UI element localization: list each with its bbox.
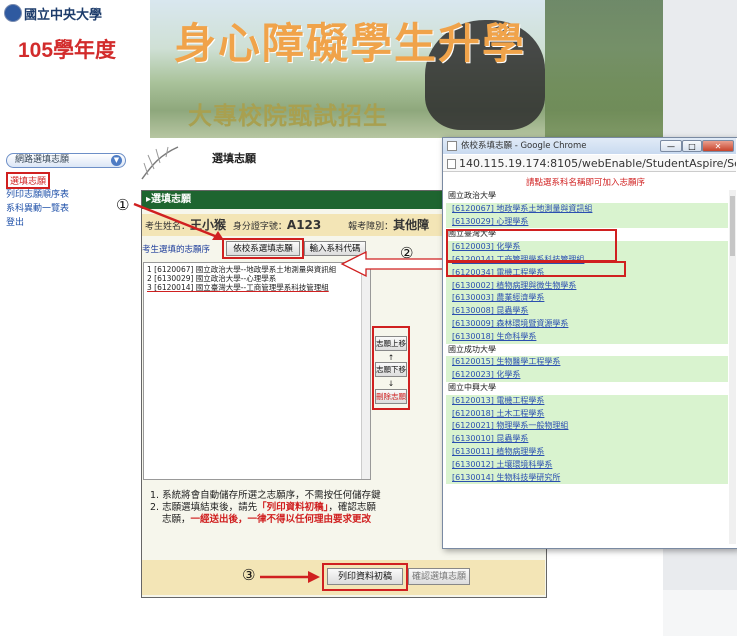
sidebar-item-logout[interactable]: 登出 [6, 215, 24, 228]
highlight-select-button [222, 238, 304, 259]
sidebar-item-department-changes[interactable]: 系科異動一覽表 [6, 201, 69, 214]
department-link[interactable]: [6130008] 昆蟲學系 [446, 305, 728, 318]
exam-category-value: 其他障 [393, 218, 430, 232]
id-value: A123 [286, 218, 322, 232]
department-link[interactable]: [6120018] 土木工程學系 [446, 407, 728, 421]
department-link[interactable]: [6130010] 昆蟲學系 [446, 433, 728, 446]
department-link[interactable]: [6120015] 生物醫學工程學系 [446, 356, 728, 370]
scroll-thumb[interactable] [730, 196, 735, 256]
minimize-button[interactable]: — [660, 140, 682, 152]
university-name: 國立中央大學 [24, 8, 103, 23]
university-logo-icon [4, 4, 22, 22]
document-icon [447, 159, 456, 169]
academic-year-label: 105學年度 [18, 39, 117, 62]
sidebar-item-print-order[interactable]: 列印志願順序表 [6, 187, 69, 200]
department-link[interactable]: [6120067] 地政學系土地測量與資訊組 [446, 202, 728, 216]
step-1-marker: ① [116, 196, 130, 214]
department-link[interactable]: [6120013] 電機工程學系 [446, 394, 728, 408]
list-item[interactable]: 2 [6130029] 國立政治大學--心理學系 [147, 274, 367, 283]
highlight-ntu-choice [446, 261, 626, 277]
address-url: 140.115.19.174:8105/webEnable/StudentAsp… [459, 157, 736, 170]
step-1-arrow [133, 202, 224, 240]
department-link[interactable]: [6130011] 植物病理學系 [446, 446, 728, 459]
department-link[interactable]: [6130002] 植物病理與微生物學系 [446, 279, 728, 293]
exam-category-label: 報考障別： [348, 222, 394, 232]
choice-order-label: 考生選填的志願序 [142, 245, 211, 255]
department-link[interactable]: [6130012] 土壤環境科學系 [446, 458, 728, 472]
popup-title: 依校系填志願 - Google Chrome [461, 141, 587, 151]
popup-hint: 請點選系科名稱即可加入志願序 [525, 178, 645, 188]
list-item[interactable]: 1 [6120067] 國立政治大學--地政學系土地測量與資訊組 [147, 265, 367, 274]
move-up-button[interactable]: 志願上移↑ [375, 336, 407, 362]
close-button[interactable]: ✕ [702, 140, 734, 152]
address-bar[interactable]: 140.115.19.174:8105/webEnable/StudentAsp… [443, 155, 736, 172]
maximize-button[interactable]: □ [682, 140, 702, 152]
department-link[interactable]: [6130029] 心理學系 [446, 215, 728, 229]
department-link[interactable]: [6120023] 化學系 [446, 369, 728, 382]
sidebar-menu-dropdown[interactable]: 網路選填志願 ▼ [6, 153, 126, 168]
site-main-title: 身心障礙學生升學 [174, 19, 527, 68]
delete-choice-button[interactable]: 刪除志願 [375, 389, 407, 404]
school-heading: 國立成功大學 [446, 343, 728, 357]
step-3-arrow [260, 571, 320, 583]
department-link[interactable]: [6130014] 生物科技學研究所 [446, 471, 728, 485]
school-heading: 國立中興大學 [446, 382, 728, 395]
department-link[interactable]: [6130003] 農業經濟學系 [446, 292, 728, 306]
department-link[interactable]: [6130018] 生命科學系 [446, 330, 728, 344]
department-link[interactable]: [6120021] 物理學系一般物理組 [446, 420, 728, 434]
sidebar-dropdown-label: 網路選填志願 [15, 155, 70, 165]
page-icon [447, 141, 457, 151]
confirm-choices-button[interactable]: 確認選填志願 [408, 568, 470, 585]
department-link[interactable]: [6130009] 森林環境暨資源學系 [446, 318, 728, 331]
highlight-print-button [322, 563, 408, 591]
chevron-down-icon: ▼ [111, 155, 122, 166]
popup-scrollbar[interactable] [729, 190, 736, 544]
step-2-arrow [340, 250, 445, 278]
leaf-decoration-icon [141, 146, 179, 180]
chosen-preferences-list[interactable]: 1 [6120067] 國立政治大學--地政學系土地測量與資訊組 2 [6130… [143, 262, 371, 480]
list-scrollbar[interactable] [361, 263, 370, 479]
id-label: 身分證字號： [232, 222, 287, 232]
move-down-button[interactable]: 志願下移↓ [375, 362, 407, 388]
step-3-marker: ③ [242, 566, 256, 584]
tree-image [545, 0, 663, 138]
page-title: 選填志願 [212, 152, 256, 165]
highlight-nccu-choices [446, 229, 617, 262]
school-heading: 國立政治大學 [446, 190, 728, 203]
site-sub-title: 大專校院甄試招生 [188, 102, 388, 130]
list-item[interactable]: 3 [6120014] 國立臺灣大學--工商管理學系科技管理組 [147, 283, 367, 292]
